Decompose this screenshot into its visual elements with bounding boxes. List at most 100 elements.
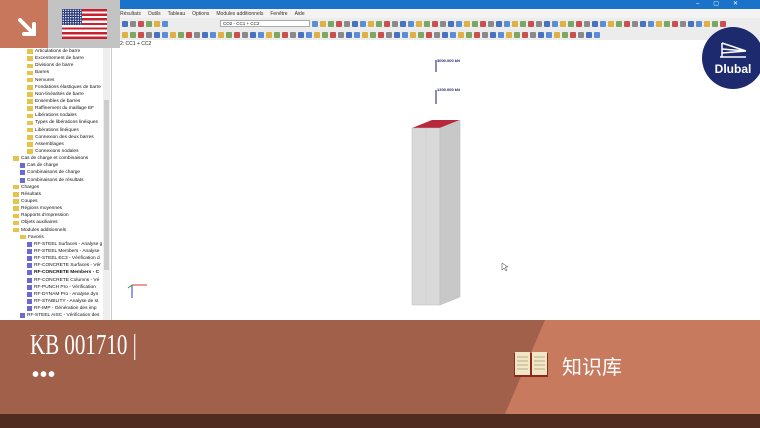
toolbar-icon[interactable] [490, 31, 496, 38]
tree-item[interactable]: Coupes [0, 198, 111, 205]
us-flag-icon[interactable] [62, 9, 107, 39]
toolbar-icon[interactable] [464, 20, 470, 27]
toolbar-icon[interactable] [328, 20, 334, 27]
toolbar-icon[interactable] [360, 20, 366, 27]
toolbar-icon[interactable] [282, 31, 288, 38]
toolbar-icon[interactable] [378, 31, 384, 38]
tree-item[interactable]: RF-CONCRETE Surfaces - Vér [0, 262, 111, 269]
window-controls[interactable]: –▢✕ [696, 0, 752, 7]
tree-item[interactable]: Modules additionnels [0, 227, 111, 234]
toolbar-icon[interactable] [640, 20, 646, 27]
tree-item[interactable]: RF-IMP - Génération des imp [0, 305, 111, 312]
toolbar-icon[interactable] [544, 20, 550, 27]
tree-item[interactable]: Favoris [0, 234, 111, 241]
toolbar-icon[interactable] [466, 31, 472, 38]
toolbar-icon[interactable] [202, 31, 208, 38]
toolbar-icon[interactable] [576, 20, 582, 27]
toolbar-icon[interactable] [392, 20, 398, 27]
tree-item[interactable]: Articulations de barre [0, 48, 111, 55]
load-combo-select[interactable]: CO2 - CC1 + CC2 [220, 20, 310, 27]
toolbar-icon[interactable] [528, 20, 534, 27]
toolbar-icon[interactable] [586, 31, 592, 38]
tree-item[interactable]: RF-CONCRETE Columns - Vé [0, 277, 111, 284]
toolbar-icon[interactable] [472, 20, 478, 27]
menu-item[interactable]: Options [192, 11, 209, 17]
toolbar-icon[interactable] [426, 31, 432, 38]
toolbar-icon[interactable] [352, 20, 358, 27]
toolbar-icon[interactable] [384, 20, 390, 27]
toolbar-icon[interactable] [672, 20, 678, 27]
toolbar-icon[interactable] [418, 31, 424, 38]
toolbar-icon[interactable] [512, 20, 518, 27]
toolbar-icon[interactable] [448, 20, 454, 27]
toolbar-icon[interactable] [458, 31, 464, 38]
toolbar-icon[interactable] [554, 31, 560, 38]
tree-item[interactable]: Combinaisons de charge [0, 169, 111, 176]
toolbar-icon[interactable] [680, 20, 686, 27]
toolbar-icon[interactable] [266, 31, 272, 38]
toolbar-icon[interactable] [432, 20, 438, 27]
toolbar-icon[interactable] [226, 31, 232, 38]
tree-item[interactable]: RF-STEEL Members - Analyse [0, 248, 111, 255]
toolbar-icon[interactable] [320, 20, 326, 27]
toolbar-icon[interactable] [578, 31, 584, 38]
toolbar-icon[interactable] [274, 31, 280, 38]
toolbar-icon[interactable] [600, 20, 606, 27]
tree-item[interactable]: RF-STEEL AISC - Vérification des [0, 312, 111, 319]
toolbar-icon[interactable] [218, 31, 224, 38]
tree-item[interactable]: Excentrement de barre [0, 55, 111, 62]
toolbar-icon[interactable] [362, 31, 368, 38]
tree-item[interactable]: Nervures [0, 77, 111, 84]
toolbar-icon[interactable] [154, 31, 160, 38]
tree-item[interactable]: Charges [0, 184, 111, 191]
tree-item[interactable]: RF-PUNCH Pro - Vérification [0, 284, 111, 291]
toolbar-icon[interactable] [688, 20, 694, 27]
tree-item[interactable]: RF-STABILITY - Analyse de st [0, 298, 111, 305]
tree-item[interactable]: Connexions nodales [0, 148, 111, 155]
toolbar-icon[interactable] [186, 31, 192, 38]
toolbar-icon[interactable] [616, 20, 622, 27]
toolbar-icon[interactable] [354, 31, 360, 38]
toolbar-icon[interactable] [298, 31, 304, 38]
toolbar-icon[interactable] [538, 31, 544, 38]
toolbar-icon[interactable] [290, 31, 296, 38]
toolbar-icon[interactable] [368, 20, 374, 27]
toolbar-icon[interactable] [474, 31, 480, 38]
toolbar-icon[interactable] [480, 20, 486, 27]
toolbar-icon[interactable] [520, 20, 526, 27]
3d-view[interactable] [112, 40, 760, 320]
toolbar-icon[interactable] [594, 31, 600, 38]
tree-item[interactable]: Cas de charge et combinaisons [0, 155, 111, 162]
tree-item[interactable]: Résultats [0, 191, 111, 198]
toolbar-icon[interactable] [130, 31, 136, 38]
toolbar-icon[interactable] [570, 31, 576, 38]
toolbar-icon[interactable] [386, 31, 392, 38]
toolbar-icon[interactable] [456, 20, 462, 27]
toolbar-icon[interactable] [194, 31, 200, 38]
tree-item[interactable]: Assemblages [0, 141, 111, 148]
toolbar-icon[interactable] [330, 31, 336, 38]
menu-item[interactable]: Résultats [120, 11, 141, 17]
toolbar-icon[interactable] [442, 31, 448, 38]
tree-item[interactable]: Libérations linéiques [0, 127, 111, 134]
toolbar-icon[interactable] [498, 31, 504, 38]
toolbar-icon[interactable] [122, 31, 128, 38]
toolbar-icon[interactable] [720, 20, 726, 27]
tree-item[interactable]: Régions moyennes [0, 205, 111, 212]
tree-item[interactable]: Rapports d'impression [0, 212, 111, 219]
toolbar-icon[interactable] [376, 20, 382, 27]
tree-item[interactable]: Ensembles de barres [0, 98, 111, 105]
tree-item[interactable]: Objets auxiliaires [0, 219, 111, 226]
tree-item[interactable]: Non-linéarités de barre [0, 91, 111, 98]
toolbar-icon[interactable] [482, 31, 488, 38]
toolbar-icon[interactable] [242, 31, 248, 38]
toolbar-icon[interactable] [712, 20, 718, 27]
tree-item[interactable]: Barres [0, 69, 111, 76]
toolbar-icon[interactable] [560, 20, 566, 27]
tree-item[interactable]: Types de libérations linéiques [0, 119, 111, 126]
toolbar-icon[interactable] [250, 31, 256, 38]
toolbar-icon[interactable] [370, 31, 376, 38]
toolbar-icon[interactable] [346, 31, 352, 38]
toolbar-icon[interactable] [138, 31, 144, 38]
toolbar-icon[interactable] [410, 31, 416, 38]
